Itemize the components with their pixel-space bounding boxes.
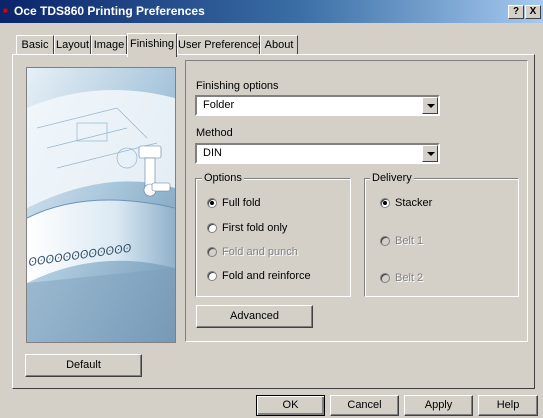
ok-button[interactable]: OK xyxy=(256,395,325,416)
finishing-illustration: ʘʘʘʘʘʘʘʘʘʘʘʘ xyxy=(26,67,176,343)
tab-finishing[interactable]: Finishing xyxy=(127,33,177,57)
method-label: Method xyxy=(196,127,233,139)
first-fold-only-radio[interactable] xyxy=(207,223,217,233)
fold-and-reinforce-radio[interactable] xyxy=(207,271,217,281)
belt-2-label: Belt 2 xyxy=(395,272,424,284)
fold-and-punch-radio xyxy=(207,247,217,257)
help-button[interactable]: Help xyxy=(478,395,538,416)
tab-about[interactable]: About xyxy=(260,35,298,55)
belt-1-label: Belt 1 xyxy=(395,235,424,247)
belt-2-radio xyxy=(380,273,390,283)
full-fold-radio[interactable] xyxy=(207,198,217,208)
app-logo-icon: ■ xyxy=(3,6,8,15)
finishing-options-value: Folder xyxy=(203,99,235,111)
fold-and-reinforce-label[interactable]: Fold and reinforce xyxy=(222,270,311,282)
cancel-button[interactable]: Cancel xyxy=(330,395,399,416)
advanced-button[interactable]: Advanced xyxy=(196,305,313,328)
belt-1-radio xyxy=(380,236,390,246)
close-title-button[interactable]: X xyxy=(525,5,541,19)
full-fold-label[interactable]: Full fold xyxy=(222,197,261,209)
title-bar[interactable]: ■ Oce TDS860 Printing Preferences ? X xyxy=(0,0,543,23)
options-group-label: Options xyxy=(202,172,244,184)
folded-paper-illustration-icon: ʘʘʘʘʘʘʘʘʘʘʘʘ xyxy=(27,68,175,342)
apply-button[interactable]: Apply xyxy=(404,395,473,416)
delivery-group-label: Delivery xyxy=(370,172,414,184)
chevron-down-icon[interactable] xyxy=(422,97,438,114)
finishing-options-select[interactable]: Folder xyxy=(195,95,440,116)
chevron-down-icon[interactable] xyxy=(422,145,438,162)
tab-layout[interactable]: Layout xyxy=(54,35,91,55)
help-title-button[interactable]: ? xyxy=(508,5,524,19)
tab-image[interactable]: Image xyxy=(91,35,127,55)
finishing-options-label: Finishing options xyxy=(196,80,279,92)
stacker-radio[interactable] xyxy=(380,198,390,208)
window-title: Oce TDS860 Printing Preferences xyxy=(14,4,205,18)
tab-basic[interactable]: Basic xyxy=(16,35,54,55)
method-select[interactable]: DIN xyxy=(195,143,440,164)
first-fold-only-label[interactable]: First fold only xyxy=(222,222,287,234)
method-value: DIN xyxy=(203,147,222,159)
stacker-label[interactable]: Stacker xyxy=(395,197,432,209)
fold-and-punch-label: Fold and punch xyxy=(222,246,298,258)
default-button[interactable]: Default xyxy=(25,354,142,377)
tab-user-preferences[interactable]: User Preferences xyxy=(177,35,264,55)
